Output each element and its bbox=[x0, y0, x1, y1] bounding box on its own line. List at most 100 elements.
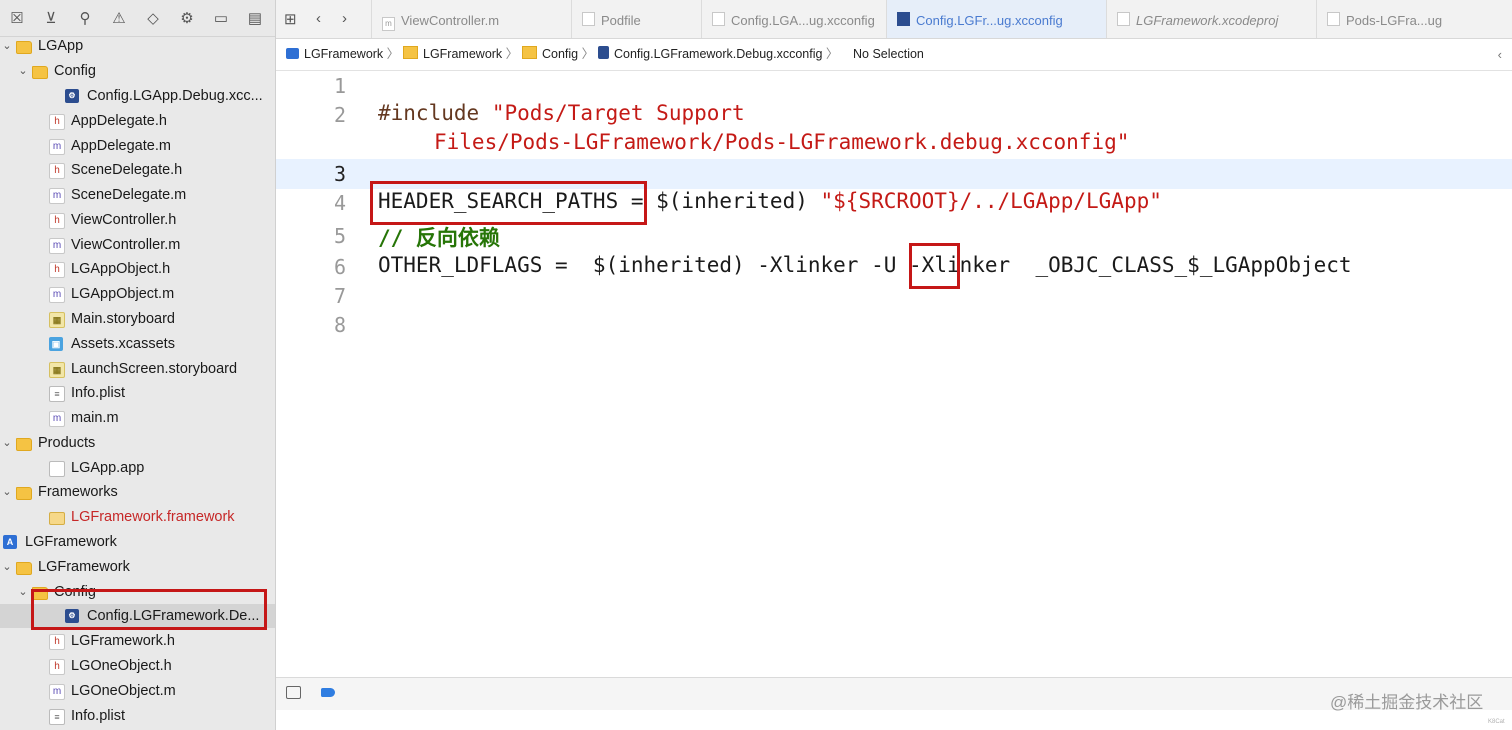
close-box-icon[interactable]: ☒ bbox=[0, 9, 34, 27]
breakpoint-icon[interactable] bbox=[321, 688, 335, 697]
file-icon: m bbox=[382, 17, 395, 31]
navigator-row[interactable]: ▦ Main.storyboard bbox=[0, 307, 275, 331]
jumpbar-file[interactable]: Config.LGFramework.Debug.xcconfig 〉 bbox=[598, 39, 838, 70]
navigator-row[interactable]: m main.m bbox=[0, 406, 275, 430]
navigator-row[interactable]: A LGFramework bbox=[0, 530, 275, 554]
navigator-row[interactable]: m LGOneObject.m bbox=[0, 679, 275, 703]
editor-tab-label: LGFramework.xcodeproj bbox=[1136, 13, 1279, 28]
navigator-row[interactable]: ⌄ Frameworks bbox=[0, 480, 275, 504]
navigator-row[interactable]: ≡ Info.plist bbox=[0, 704, 275, 728]
navigator-row[interactable]: h LGAppObject.h bbox=[0, 257, 275, 281]
assignment-text: = $(inherited) bbox=[618, 189, 821, 213]
diamond-icon[interactable]: ◇ bbox=[136, 9, 170, 27]
navigator-row[interactable]: ⌄ Products bbox=[0, 431, 275, 455]
test-icon[interactable]: ⚙ bbox=[170, 9, 204, 27]
navigator-row-label: main.m bbox=[71, 410, 119, 426]
source-editor[interactable]: 1 2 3 4 5 6 7 8 #include "Pods/Target Su… bbox=[276, 71, 1512, 676]
navigator-row-label: SceneDelegate.m bbox=[71, 187, 187, 203]
editor-tab[interactable]: Podfile bbox=[571, 0, 701, 38]
app-file-icon bbox=[49, 461, 65, 477]
editor-tab[interactable]: m ViewController.m bbox=[371, 0, 571, 38]
sb-file-icon: ▦ bbox=[49, 312, 65, 328]
highlight-box-u-flag bbox=[909, 243, 960, 289]
m-file-icon: m bbox=[49, 411, 65, 427]
editor-tab[interactable]: Pods-LGFra...ug bbox=[1316, 0, 1512, 38]
jumpbar-project[interactable]: LGFramework 〉 bbox=[286, 39, 399, 70]
navigator-row-label: LGFramework.framework bbox=[71, 509, 235, 525]
grid-icon[interactable]: ⊞ bbox=[284, 10, 297, 28]
navigator-row[interactable]: ⚙ Config.LGApp.Debug.xcc... bbox=[0, 84, 275, 108]
navigator-row[interactable]: h LGOneObject.h bbox=[0, 654, 275, 678]
folder-file-icon bbox=[16, 438, 32, 451]
jumpbar-selection[interactable]: No Selection bbox=[853, 39, 924, 70]
line-number: 8 bbox=[333, 313, 346, 337]
editor-tab-bar: ⊞ ‹ › m ViewController.m Podfile Config.LGA… bbox=[276, 0, 1512, 39]
breakpoint-icon[interactable]: ▭ bbox=[204, 9, 238, 27]
file-icon bbox=[712, 12, 725, 26]
navigator-row[interactable]: h AppDelegate.h bbox=[0, 109, 275, 133]
jumpbar-config-folder[interactable]: Config 〉 bbox=[522, 39, 594, 70]
file-icon bbox=[1327, 12, 1340, 26]
forward-chevron-icon[interactable]: › bbox=[342, 10, 347, 27]
navigator-row[interactable]: ▣ Assets.xcassets bbox=[0, 332, 275, 356]
navigator-row-label: LGFramework bbox=[38, 559, 130, 575]
code-line-2: #include "Pods/Target Support bbox=[378, 101, 745, 125]
navigator-row[interactable]: ⌄ LGApp bbox=[0, 34, 275, 58]
jumpbar-group[interactable]: LGFramework 〉 bbox=[403, 39, 518, 70]
navigator-row-label: ViewController.h bbox=[71, 212, 177, 228]
navigator-row-label: Config.LGApp.Debug.xcc... bbox=[87, 88, 263, 104]
navigator-row[interactable]: ▦ LaunchScreen.storyboard bbox=[0, 357, 275, 381]
back-chevron-icon[interactable]: ‹ bbox=[316, 10, 321, 27]
navigator-row-label: LGAppObject.m bbox=[71, 286, 175, 302]
navigator-row[interactable]: m LGAppObject.m bbox=[0, 282, 275, 306]
hide-debug-area-icon[interactable] bbox=[286, 686, 301, 699]
navigator-row[interactable]: m ViewController.m bbox=[0, 233, 275, 257]
warning-icon[interactable]: ⚠ bbox=[102, 9, 136, 27]
disclosure-chevron-icon[interactable]: ⌄ bbox=[1, 34, 13, 58]
editor-tab[interactable]: Config.LGFr...ug.xcconfig bbox=[886, 0, 1106, 38]
search-icon[interactable]: ⚲ bbox=[68, 9, 102, 27]
m-file-icon: m bbox=[49, 139, 65, 155]
navigator-row-label: Assets.xcassets bbox=[71, 336, 175, 352]
navigator-row[interactable]: h SceneDelegate.h bbox=[0, 158, 275, 182]
navigator-row-label: LGFramework bbox=[25, 534, 117, 550]
navigator-row[interactable]: ⌄ LGFramework bbox=[0, 555, 275, 579]
disclosure-chevron-icon[interactable]: ⌄ bbox=[17, 580, 29, 604]
disclosure-chevron-icon[interactable]: ⌄ bbox=[17, 59, 29, 83]
hierarchy-icon[interactable]: ⊻ bbox=[34, 9, 68, 27]
ldflags-prefix: OTHER_LDFLAGS = $(inherited) -Xlinker bbox=[378, 253, 872, 277]
navigator-row-label: ViewController.m bbox=[71, 237, 181, 253]
editor-tab-label: Podfile bbox=[601, 13, 641, 28]
navigator-row-label: AppDelegate.m bbox=[71, 138, 171, 154]
editor-tab[interactable]: Config.LGA...ug.xcconfig bbox=[701, 0, 886, 38]
editor-tab[interactable]: LGFramework.xcodeproj bbox=[1106, 0, 1316, 38]
navigator-row-label: Main.storyboard bbox=[71, 311, 175, 327]
debug-bar bbox=[276, 677, 1512, 710]
navigator-row[interactable]: LGFramework.framework bbox=[0, 505, 275, 529]
navigator-row[interactable]: ≡ Info.plist bbox=[0, 381, 275, 405]
h-file-icon: h bbox=[49, 213, 65, 229]
navigator-row-label: LGOneObject.h bbox=[71, 658, 172, 674]
navigator-row-label: Products bbox=[38, 435, 96, 451]
disclosure-chevron-icon[interactable]: ⌄ bbox=[1, 431, 13, 455]
back-chevron-icon[interactable]: ‹ bbox=[1498, 39, 1502, 70]
assets-file-icon: ▣ bbox=[49, 337, 63, 351]
navigator-row[interactable]: h LGFramework.h bbox=[0, 629, 275, 653]
m-file-icon: m bbox=[49, 188, 65, 204]
report-icon[interactable]: ▤ bbox=[238, 9, 272, 27]
line-number-current: 3 bbox=[333, 162, 346, 186]
navigator-row-label: LGFramework.h bbox=[71, 633, 175, 649]
navigator-row[interactable]: h ViewController.h bbox=[0, 208, 275, 232]
editor-tab-label: Pods-LGFra...ug bbox=[1346, 13, 1443, 28]
h-file-icon: h bbox=[49, 163, 65, 179]
navigator-toolbar: ☒ ⊻ ⚲ ⚠ ◇ ⚙ ▭ ▤ bbox=[0, 0, 275, 37]
cfg-file-icon: ⚙ bbox=[65, 89, 79, 103]
srcroot-path-string: "${SRCROOT}/../LGApp/LGApp" bbox=[820, 189, 1162, 213]
disclosure-chevron-icon[interactable]: ⌄ bbox=[1, 480, 13, 504]
navigator-row[interactable]: m SceneDelegate.m bbox=[0, 183, 275, 207]
folder-icon bbox=[403, 46, 418, 59]
navigator-row[interactable]: ⌄ Config bbox=[0, 59, 275, 83]
navigator-row[interactable]: LGApp.app bbox=[0, 456, 275, 480]
disclosure-chevron-icon[interactable]: ⌄ bbox=[1, 555, 13, 579]
navigator-row[interactable]: m AppDelegate.m bbox=[0, 134, 275, 158]
